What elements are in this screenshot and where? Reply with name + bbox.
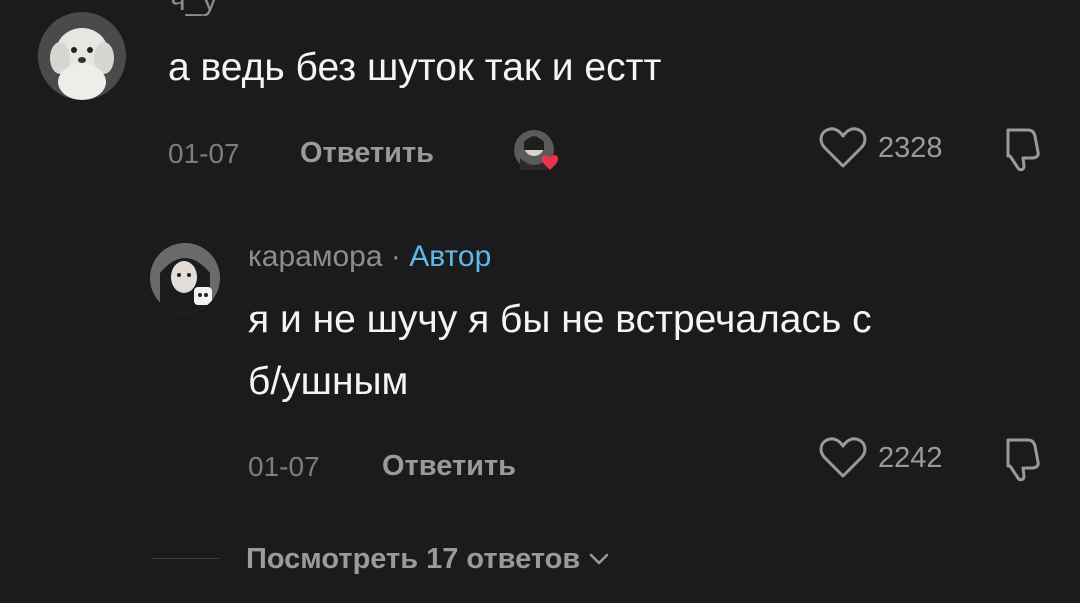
comment-like-count: 2328	[878, 132, 943, 164]
author-avatar[interactable]	[150, 243, 220, 313]
reply-username[interactable]: карамора	[248, 240, 383, 273]
author-badge: Автор	[409, 240, 492, 273]
creator-liked-indicator	[510, 128, 564, 178]
reply-like-count: 2242	[878, 442, 943, 474]
comment-dislike-button[interactable]	[994, 124, 1044, 172]
reply-like-button[interactable]: 2242	[818, 434, 968, 482]
reply-dislike-button[interactable]	[994, 434, 1044, 482]
comment-text: а ведь без шуток так и естт	[168, 46, 662, 89]
dog-avatar-icon	[38, 12, 126, 100]
view-replies-button[interactable]: Посмотреть 17 ответов	[246, 538, 610, 580]
commenter-avatar[interactable]	[38, 12, 126, 100]
commenter-username[interactable]: ч_у	[170, 0, 217, 18]
comment-date: 01-07	[168, 138, 240, 169]
thumbs-down-icon	[1006, 128, 1040, 172]
chevron-down-icon	[589, 553, 609, 565]
comment-like-button[interactable]: 2328	[818, 124, 968, 172]
reply-date: 01-07	[248, 451, 320, 482]
reply-text-line2: б/ушным	[248, 360, 409, 403]
replies-divider	[152, 558, 220, 559]
heart-outline-icon	[819, 437, 867, 478]
thumbs-down-icon	[1006, 438, 1040, 482]
username-separator: ·	[390, 240, 401, 273]
girl-avatar-icon	[150, 243, 220, 313]
creator-heart-avatar-icon	[514, 130, 559, 170]
reply-text-line1: я и не шучу я бы не встречалась с	[248, 298, 872, 341]
reply-reply-button[interactable]: Ответить	[382, 450, 516, 483]
reply-header: карамора · Автор	[248, 240, 491, 274]
comment-reply-button[interactable]: Ответить	[300, 137, 434, 170]
heart-outline-icon	[819, 127, 867, 168]
view-replies-label: Посмотреть 17 ответов	[246, 542, 581, 575]
